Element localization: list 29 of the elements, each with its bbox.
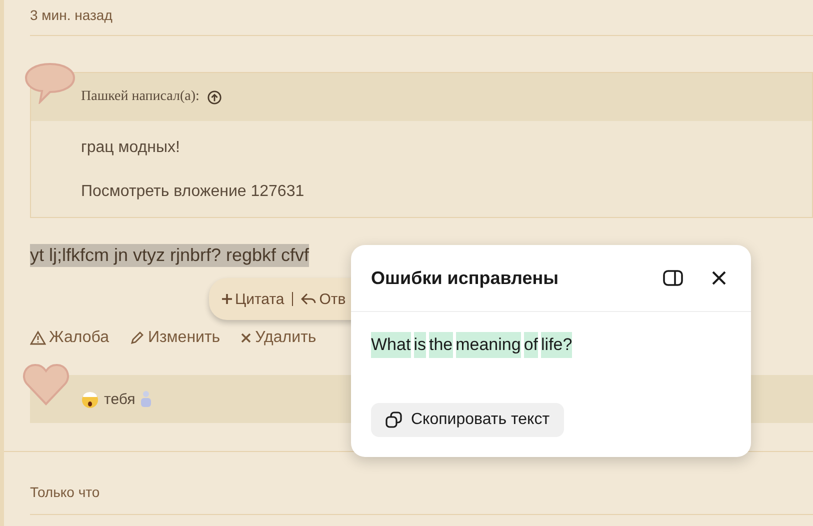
corrected-word: meaning bbox=[456, 332, 521, 358]
action-link[interactable]: Удалить bbox=[240, 329, 316, 347]
post-time: 3 мин. назад bbox=[30, 0, 813, 36]
copy-text-button[interactable]: Скопировать текст bbox=[371, 403, 564, 437]
plus-icon bbox=[221, 293, 233, 305]
figure-icon bbox=[139, 390, 154, 408]
corrected-word: the bbox=[428, 332, 453, 358]
action-link[interactable]: Жалоба bbox=[30, 329, 109, 347]
corrected-word: life? bbox=[541, 332, 572, 358]
signature-text: тебя bbox=[104, 390, 136, 408]
toolbar-button[interactable]: Отв bbox=[301, 290, 346, 308]
copy-icon bbox=[385, 411, 403, 429]
corrected-word: What bbox=[371, 332, 411, 358]
corrected-word: is bbox=[414, 332, 426, 358]
heart-icon bbox=[22, 362, 70, 406]
quote-author: Пашкей написал(а): bbox=[81, 89, 200, 105]
popup-title: Ошибки исправлены bbox=[371, 268, 560, 288]
action-link[interactable]: Изменить bbox=[128, 329, 220, 347]
corrected-word: of bbox=[524, 332, 538, 358]
close-icon bbox=[240, 332, 252, 344]
speech-bubble-icon bbox=[24, 62, 76, 104]
shocked-face-icon bbox=[80, 389, 100, 409]
toolbar-button[interactable]: Цитата bbox=[221, 290, 284, 308]
warning-icon bbox=[30, 330, 46, 346]
quote-text: Посмотреть вложение 127631 bbox=[80, 183, 306, 201]
reply-icon bbox=[301, 292, 318, 306]
quote-text: грац модных! bbox=[80, 139, 181, 157]
message-text: yt lj;lfkfcm jn vtyz rjnbrf? regbkf cfvf bbox=[30, 244, 310, 267]
pencil-icon bbox=[128, 330, 145, 346]
